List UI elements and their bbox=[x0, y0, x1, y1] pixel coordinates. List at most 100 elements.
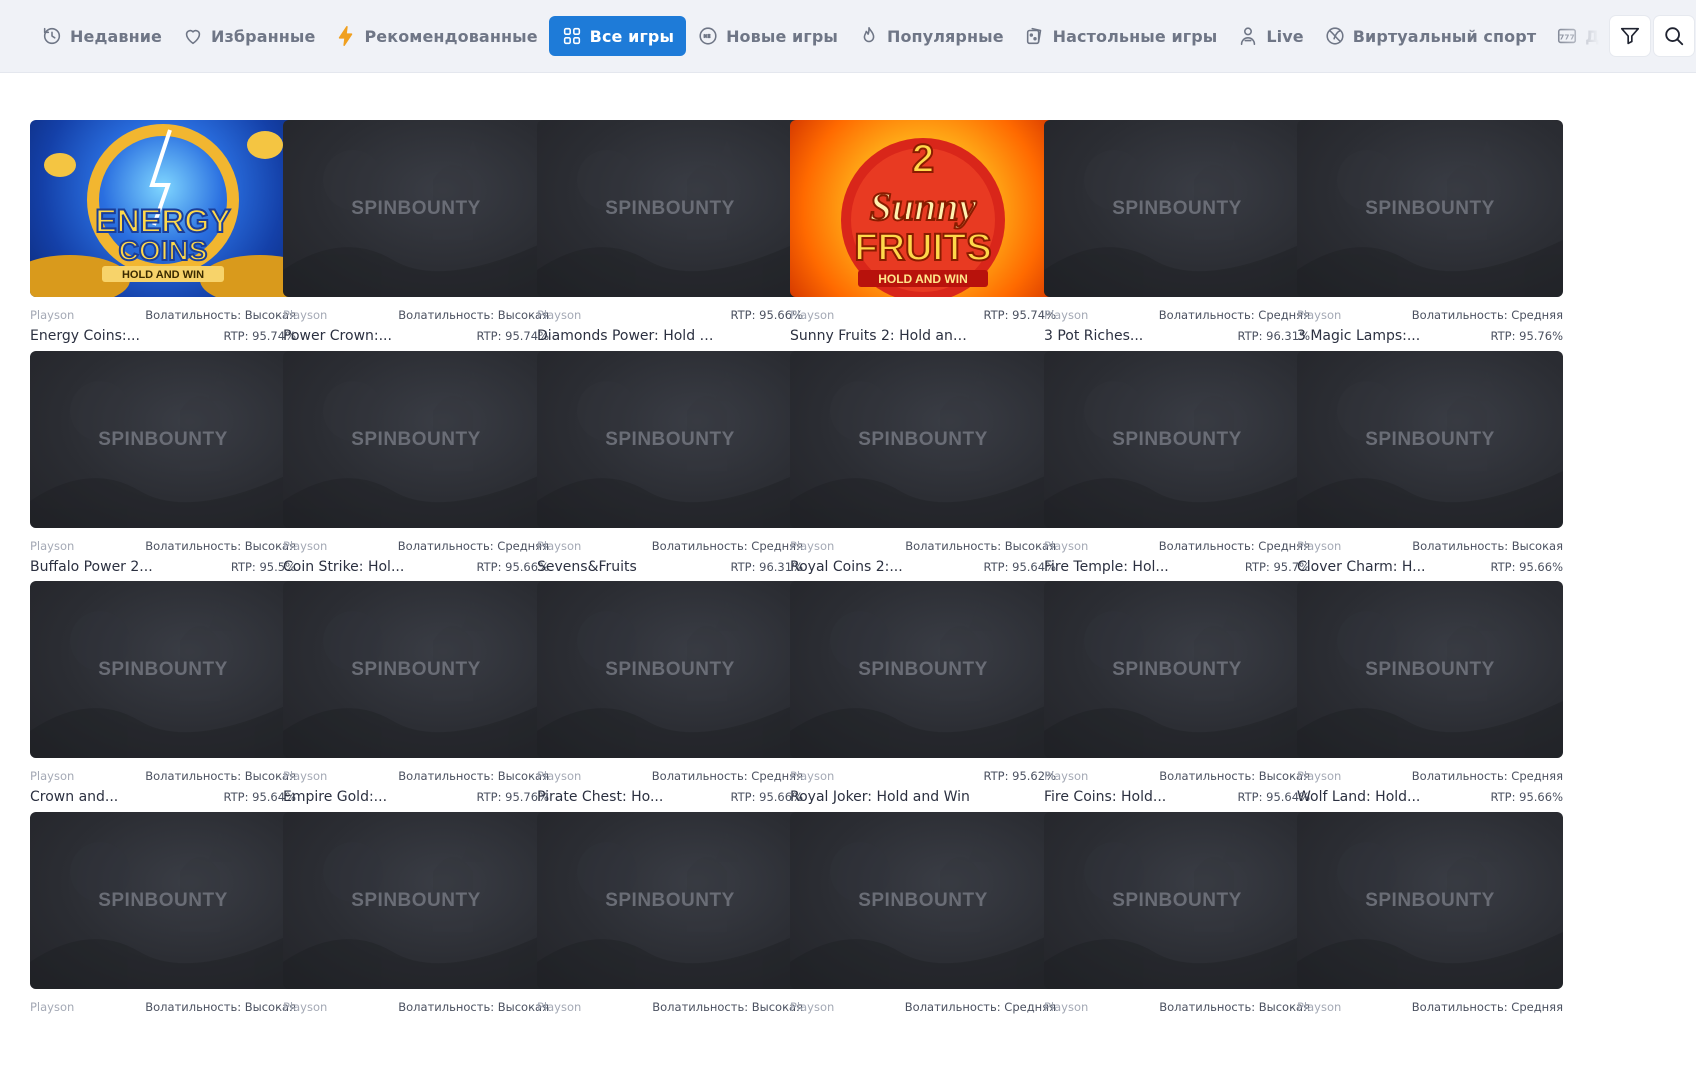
game-volatility: Волатильность: Средняя bbox=[397, 539, 549, 553]
game-card[interactable]: SPINBOUNTY Playson Волатильность: Высокая bbox=[30, 812, 296, 1040]
game-provider: Playson bbox=[1044, 769, 1089, 783]
game-title[interactable]: 3 Magic Lamps:... bbox=[1297, 328, 1477, 344]
game-card[interactable]: SPINBOUNTY Playson Волатильность: Средняя F… bbox=[1044, 351, 1310, 579]
game-title[interactable]: Sevens&Fruits bbox=[537, 559, 717, 575]
game-title[interactable]: Empire Gold:... bbox=[283, 789, 463, 805]
game-thumbnail[interactable]: SPINBOUNTY bbox=[1044, 581, 1310, 758]
game-thumbnail[interactable]: SPINBOUNTY bbox=[283, 581, 549, 758]
game-card[interactable]: SPINBOUNTY Playson Волатильность: Высокая bbox=[283, 812, 549, 1040]
game-volatility: Волатильность: Высокая bbox=[398, 769, 549, 783]
game-thumbnail[interactable]: SPINBOUNTY bbox=[1297, 120, 1563, 297]
game-card[interactable]: SPINBOUNTY Playson Волатильность: Средняя S… bbox=[537, 351, 803, 579]
tab-label: Популярные bbox=[886, 26, 1004, 46]
game-thumbnail[interactable]: SPINBOUNTY bbox=[537, 812, 803, 989]
game-title[interactable]: Power Crown:... bbox=[283, 328, 463, 344]
game-info: Energy Coins:... RTP: 95.74% bbox=[30, 328, 296, 344]
game-meta: Playson Волатильность: Средняя bbox=[1297, 769, 1563, 783]
game-volatility: Волатильность: Средняя bbox=[651, 769, 803, 783]
game-card[interactable]: ENERGY COINS HOLD AND WIN Playson Волатильно… bbox=[30, 120, 296, 348]
spinbounty-watermark: SPINBOUNTY bbox=[351, 658, 481, 680]
game-info: Wolf Land: Hold... RTP: 95.66% bbox=[1297, 789, 1563, 805]
game-title[interactable]: Clover Charm: H... bbox=[1297, 559, 1477, 575]
game-title[interactable]: Royal Coins 2:... bbox=[790, 559, 970, 575]
game-provider: Playson bbox=[283, 1000, 328, 1014]
game-card[interactable]: SPINBOUNTY Playson Волатильность: Высокая C… bbox=[30, 581, 296, 809]
game-title[interactable]: Royal Joker: Hold and Win bbox=[790, 789, 970, 805]
game-card[interactable]: SPINBOUNTY Playson Волатильность: Высокая B… bbox=[30, 351, 296, 579]
game-volatility: Волатильность: Высокая bbox=[1159, 769, 1310, 783]
game-title[interactable]: 3 Pot Riches... bbox=[1044, 328, 1224, 344]
game-provider: Playson bbox=[1297, 769, 1342, 783]
game-card[interactable]: SPINBOUNTY Playson Волатильность: Средняя bbox=[1297, 812, 1563, 1040]
game-card[interactable]: SPINBOUNTY Playson Волатильность: Высокая R… bbox=[790, 351, 1056, 579]
game-thumbnail[interactable]: SPINBOUNTY bbox=[283, 812, 549, 989]
tab-history[interactable]: Недавние bbox=[32, 16, 171, 56]
tab-dice[interactable]: Настольные игры bbox=[1015, 16, 1227, 56]
game-card[interactable]: SPINBOUNTY Playson Волатильность: Средняя 3… bbox=[1297, 120, 1563, 348]
game-title[interactable]: Fire Temple: Hol... bbox=[1044, 559, 1224, 575]
game-card[interactable]: SPINBOUNTY Playson RTP: 95.62% Royal Joker:… bbox=[790, 581, 1056, 809]
game-meta: Playson Волатильность: Высокая bbox=[1044, 1000, 1310, 1014]
game-thumbnail[interactable]: SPINBOUNTY bbox=[537, 581, 803, 758]
game-thumbnail[interactable]: SPINBOUNTY bbox=[537, 351, 803, 528]
game-thumbnail[interactable]: SPINBOUNTY bbox=[283, 120, 549, 297]
game-thumbnail[interactable]: SPINBOUNTY bbox=[1044, 812, 1310, 989]
game-thumbnail[interactable]: SPINBOUNTY bbox=[790, 812, 1056, 989]
game-thumbnail[interactable]: SPINBOUNTY bbox=[1297, 581, 1563, 758]
game-provider: Playson bbox=[1044, 1000, 1089, 1014]
game-thumbnail[interactable]: SPINBOUNTY bbox=[537, 120, 803, 297]
game-provider: Playson bbox=[30, 539, 75, 553]
game-meta: Playson Волатильность: Высокая bbox=[1044, 769, 1310, 783]
game-title[interactable]: Coin Strike: Hol... bbox=[283, 559, 463, 575]
game-title[interactable]: Fire Coins: Hold... bbox=[1044, 789, 1224, 805]
game-volatility: Волатильность: Высокая bbox=[905, 539, 1056, 553]
game-provider: Playson bbox=[790, 308, 835, 322]
game-thumbnail[interactable]: SPINBOUNTY bbox=[283, 351, 549, 528]
game-card[interactable]: SPINBOUNTY Playson Волатильность: Высокая F… bbox=[1044, 581, 1310, 809]
tab-new-badge[interactable]: Новые игры bbox=[688, 16, 847, 56]
tab-grid[interactable]: Все игры bbox=[548, 16, 687, 56]
game-card[interactable]: SPINBOUNTY Playson Волатильность: Средняя C… bbox=[283, 351, 549, 579]
game-title[interactable]: Sunny Fruits 2: Hold and Win bbox=[790, 328, 970, 344]
game-card[interactable]: SPINBOUNTY Playson Волатильность: Средняя P… bbox=[537, 581, 803, 809]
game-title[interactable]: Wolf Land: Hold... bbox=[1297, 789, 1477, 805]
game-card[interactable]: SPINBOUNTY Playson RTP: 95.66% Diamonds Pow… bbox=[537, 120, 803, 348]
tab-flame[interactable]: Популярные bbox=[849, 16, 1013, 56]
game-info: Pirate Chest: Ho... RTP: 95.66% bbox=[537, 789, 803, 805]
game-card[interactable]: SPINBOUNTY Playson Волатильность: Средняя 3… bbox=[1044, 120, 1310, 348]
spinbounty-watermark: SPINBOUNTY bbox=[1112, 889, 1242, 911]
game-thumbnail[interactable]: SPINBOUNTY bbox=[1044, 120, 1310, 297]
game-card[interactable]: SPINBOUNTY Playson Волатильность: Высокая E… bbox=[283, 581, 549, 809]
game-thumbnail[interactable]: SPINBOUNTY bbox=[30, 581, 296, 758]
flame-icon bbox=[863, 26, 875, 43]
game-thumbnail[interactable]: SPINBOUNTY bbox=[30, 812, 296, 989]
tab-heart[interactable]: Избранные bbox=[173, 16, 324, 56]
game-thumbnail[interactable]: SPINBOUNTY bbox=[790, 351, 1056, 528]
game-thumbnail[interactable]: 2 Sunny FRUITS HOLD AND WIN bbox=[790, 120, 1056, 297]
game-meta: Playson Волатильность: Средняя bbox=[1044, 539, 1310, 553]
game-thumbnail[interactable]: SPINBOUNTY bbox=[1297, 812, 1563, 989]
filter-button[interactable] bbox=[1610, 16, 1650, 56]
search-button[interactable] bbox=[1654, 16, 1694, 56]
tab-ball[interactable]: Виртуальный спорт bbox=[1315, 16, 1545, 56]
game-thumbnail[interactable]: SPINBOUNTY bbox=[790, 581, 1056, 758]
game-card[interactable]: 2 Sunny FRUITS HOLD AND WIN Playson RTP: 95.7… bbox=[790, 120, 1056, 348]
game-card[interactable]: SPINBOUNTY Playson Волатильность: Высокая P… bbox=[283, 120, 549, 348]
game-thumbnail[interactable]: ENERGY COINS HOLD AND WIN bbox=[30, 120, 296, 297]
game-meta: Playson Волатильность: Высокая bbox=[283, 769, 549, 783]
game-title[interactable]: Pirate Chest: Ho... bbox=[537, 789, 717, 805]
game-thumbnail[interactable]: SPINBOUNTY bbox=[1044, 351, 1310, 528]
game-card[interactable]: SPINBOUNTY Playson Волатильность: Средняя W… bbox=[1297, 581, 1563, 809]
game-title[interactable]: Energy Coins:... bbox=[30, 328, 210, 344]
tab-lightning[interactable]: Рекомендованные bbox=[326, 16, 546, 56]
game-title[interactable]: Buffalo Power 2... bbox=[30, 559, 210, 575]
game-title[interactable]: Crown and... bbox=[30, 789, 210, 805]
game-title[interactable]: Diamonds Power: Hold and... bbox=[537, 328, 717, 344]
game-thumbnail[interactable]: SPINBOUNTY bbox=[1297, 351, 1563, 528]
tab-dealer[interactable]: Live bbox=[1228, 16, 1312, 56]
game-card[interactable]: SPINBOUNTY Playson Волатильность: Средняя bbox=[790, 812, 1056, 1040]
game-thumbnail[interactable]: SPINBOUNTY bbox=[30, 351, 296, 528]
game-card[interactable]: SPINBOUNTY Playson Волатильность: Высокая C… bbox=[1297, 351, 1563, 579]
game-card[interactable]: SPINBOUNTY Playson Волатильность: Высокая bbox=[537, 812, 803, 1040]
game-card[interactable]: SPINBOUNTY Playson Волатильность: Высокая bbox=[1044, 812, 1310, 1040]
